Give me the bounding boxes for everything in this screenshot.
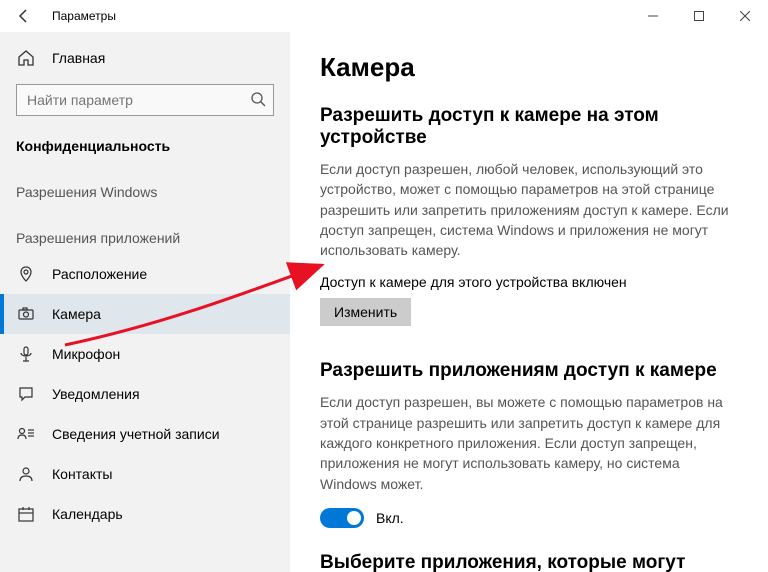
- device-access-status: Доступ к камере для этого устройства вкл…: [320, 274, 738, 290]
- app-access-toggle[interactable]: [320, 508, 364, 528]
- section-heading-app-access: Разрешить приложениям доступ к камере: [320, 360, 738, 382]
- sidebar-item-label: Микрофон: [52, 346, 120, 362]
- sidebar-group-windows-permissions: Разрешения Windows: [0, 174, 290, 208]
- camera-icon: [16, 304, 36, 324]
- sidebar-item-label: Календарь: [52, 506, 123, 522]
- speech-bubble-icon: [16, 384, 36, 404]
- back-button[interactable]: [8, 0, 40, 32]
- close-button[interactable]: [722, 0, 768, 32]
- calendar-icon: [16, 504, 36, 524]
- maximize-button[interactable]: [676, 0, 722, 32]
- section-desc-device-access: Если доступ разрешен, любой человек, исп…: [320, 159, 738, 260]
- sidebar-item-label: Уведомления: [52, 386, 140, 402]
- search-box: [16, 84, 274, 116]
- minimize-button[interactable]: [630, 0, 676, 32]
- contacts-icon: [16, 464, 36, 484]
- sidebar-item-label: Контакты: [52, 466, 112, 482]
- sidebar: Главная Конфиденциальность Разрешения Wi…: [0, 32, 290, 572]
- main-content: Камера Разрешить доступ к камере на этом…: [290, 32, 768, 572]
- sidebar-item-camera[interactable]: Камера: [0, 294, 290, 334]
- sidebar-item-location[interactable]: Расположение: [0, 254, 290, 294]
- search-input[interactable]: [16, 84, 274, 116]
- window-title: Параметры: [52, 9, 116, 23]
- toggle-state-label: Вкл.: [376, 510, 404, 526]
- change-button[interactable]: Изменить: [320, 298, 411, 326]
- microphone-icon: [16, 344, 36, 364]
- location-icon: [16, 264, 36, 284]
- sidebar-home[interactable]: Главная: [0, 40, 290, 76]
- sidebar-item-contacts[interactable]: Контакты: [0, 454, 290, 494]
- sidebar-item-label: Камера: [52, 306, 101, 322]
- sidebar-item-account-info[interactable]: Сведения учетной записи: [0, 414, 290, 454]
- home-icon: [16, 48, 36, 68]
- section-heading-device-access: Разрешить доступ к камере на этом устрой…: [320, 105, 738, 149]
- sidebar-home-label: Главная: [52, 50, 105, 66]
- back-icon: [16, 8, 32, 24]
- sidebar-item-label: Расположение: [52, 266, 147, 282]
- page-title: Камера: [320, 52, 738, 83]
- account-icon: [16, 424, 36, 444]
- sidebar-item-label: Сведения учетной записи: [52, 426, 220, 442]
- sidebar-item-calendar[interactable]: Календарь: [0, 494, 290, 534]
- search-icon: [250, 91, 266, 110]
- sidebar-item-microphone[interactable]: Микрофон: [0, 334, 290, 374]
- sidebar-item-notifications[interactable]: Уведомления: [0, 374, 290, 414]
- window-titlebar: Параметры: [0, 0, 768, 32]
- window-controls: [630, 0, 768, 32]
- section-heading-choose-apps: Выберите приложения, которые могут получ…: [320, 552, 738, 572]
- sidebar-section-privacy: Конфиденциальность: [0, 128, 290, 162]
- section-desc-app-access: Если доступ разрешен, вы можете с помощь…: [320, 392, 738, 493]
- sidebar-group-app-permissions: Разрешения приложений: [0, 220, 290, 254]
